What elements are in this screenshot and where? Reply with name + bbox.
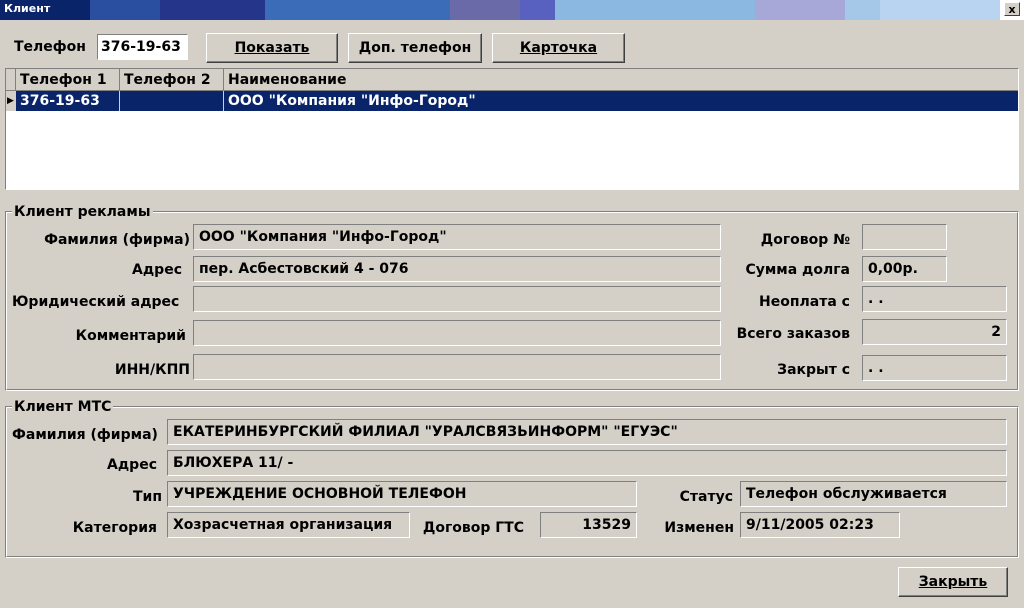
ad-address-field[interactable]: пер. Асбестовский 4 - 076 — [193, 256, 721, 282]
clients-grid[interactable]: Телефон 1 Телефон 2 Наименование ▶ 376-1… — [5, 68, 1019, 190]
close-button-label: Закрыть — [918, 574, 988, 590]
mts-surname-field[interactable]: ЕКАТЕРИНБУРГСКИЙ ФИЛИАЛ "УРАЛСВЯЗЬИНФОРМ… — [167, 419, 1007, 445]
phone-search-label: Телефон — [14, 39, 86, 55]
orders-field[interactable]: 2 — [862, 319, 1007, 345]
ad-client-title: Клиент рекламы — [12, 204, 153, 220]
closed-label: Закрыт с — [777, 362, 850, 378]
mts-changed-label: Изменен — [664, 520, 734, 536]
debt-label: Сумма долга — [745, 262, 850, 278]
row-pointer-icon: ▶ — [6, 91, 16, 111]
title-bar — [0, 0, 1024, 20]
mts-status-field[interactable]: Телефон обслуживается — [740, 481, 1007, 507]
mts-surname-label: Фамилия (фирма) — [12, 427, 158, 443]
mts-category-field[interactable]: Хозрасчетная организация — [167, 512, 410, 538]
ad-surname-field[interactable]: ООО "Компания "Инфо-Город" — [193, 224, 721, 250]
mts-gts-field[interactable]: 13529 — [540, 512, 637, 538]
extra-phone-button[interactable]: Доп. телефон — [348, 33, 482, 63]
grid-header: Телефон 1 Телефон 2 Наименование — [6, 69, 1018, 91]
mts-client-title: Клиент МТС — [12, 399, 114, 415]
row-phone1: 376-19-63 — [16, 91, 120, 111]
ad-surname-label: Фамилия (фирма) — [44, 232, 190, 248]
ad-inn-label: ИНН/КПП — [114, 362, 190, 378]
card-button[interactable]: Карточка — [492, 33, 625, 63]
unpaid-label: Неоплата с — [759, 294, 850, 310]
window-close-button[interactable]: x — [1004, 2, 1020, 16]
close-button[interactable]: Закрыть — [898, 567, 1008, 597]
mts-address-label: Адрес — [107, 457, 157, 473]
row-name: ООО "Компания "Инфо-Город" — [228, 93, 476, 109]
ad-comment-label: Комментарий — [75, 328, 186, 344]
row-phone2 — [120, 91, 224, 111]
ad-comment-field[interactable] — [193, 320, 721, 346]
mts-type-label: Тип — [132, 489, 162, 505]
mts-gts-label: Договор ГТС — [422, 520, 524, 536]
grid-col-phone1[interactable]: Телефон 1 — [16, 69, 120, 91]
ad-inn-field[interactable] — [193, 354, 721, 380]
mts-status-label: Статус — [679, 489, 733, 505]
mts-type-field[interactable]: УЧРЕЖДЕНИЕ ОСНОВНОЙ ТЕЛЕФОН — [167, 481, 637, 507]
window-title: Клиент — [4, 2, 51, 15]
grid-col-name[interactable]: Наименование — [224, 69, 1018, 91]
orders-label: Всего заказов — [736, 326, 850, 342]
grid-indicator-header — [6, 69, 16, 91]
mts-address-field[interactable]: БЛЮХЕРА 11/ - — [167, 450, 1007, 476]
mts-changed-field[interactable]: 9/11/2005 02:23 — [740, 512, 900, 538]
grid-col-phone2[interactable]: Телефон 2 — [120, 69, 224, 91]
phone-search-input[interactable]: 376-19-63 — [97, 34, 188, 60]
table-row[interactable]: ▶ 376-19-63 ООО "Компания "Инфо-Город" — [6, 91, 1018, 111]
show-button[interactable]: Показать — [206, 33, 338, 63]
ad-legal-address-label: Юридический адрес — [12, 294, 180, 310]
card-button-label: Карточка — [519, 40, 598, 56]
ad-legal-address-field[interactable] — [193, 286, 721, 312]
contract-label: Договор № — [760, 232, 850, 248]
mts-category-label: Категория — [72, 520, 157, 536]
contract-field[interactable] — [862, 224, 947, 250]
unpaid-field[interactable]: . . — [862, 286, 1007, 312]
ad-address-label: Адрес — [132, 262, 182, 278]
debt-field[interactable]: 0,00р. — [862, 256, 947, 282]
show-button-label: Показать — [234, 40, 310, 56]
closed-field[interactable]: . . — [862, 355, 1007, 381]
